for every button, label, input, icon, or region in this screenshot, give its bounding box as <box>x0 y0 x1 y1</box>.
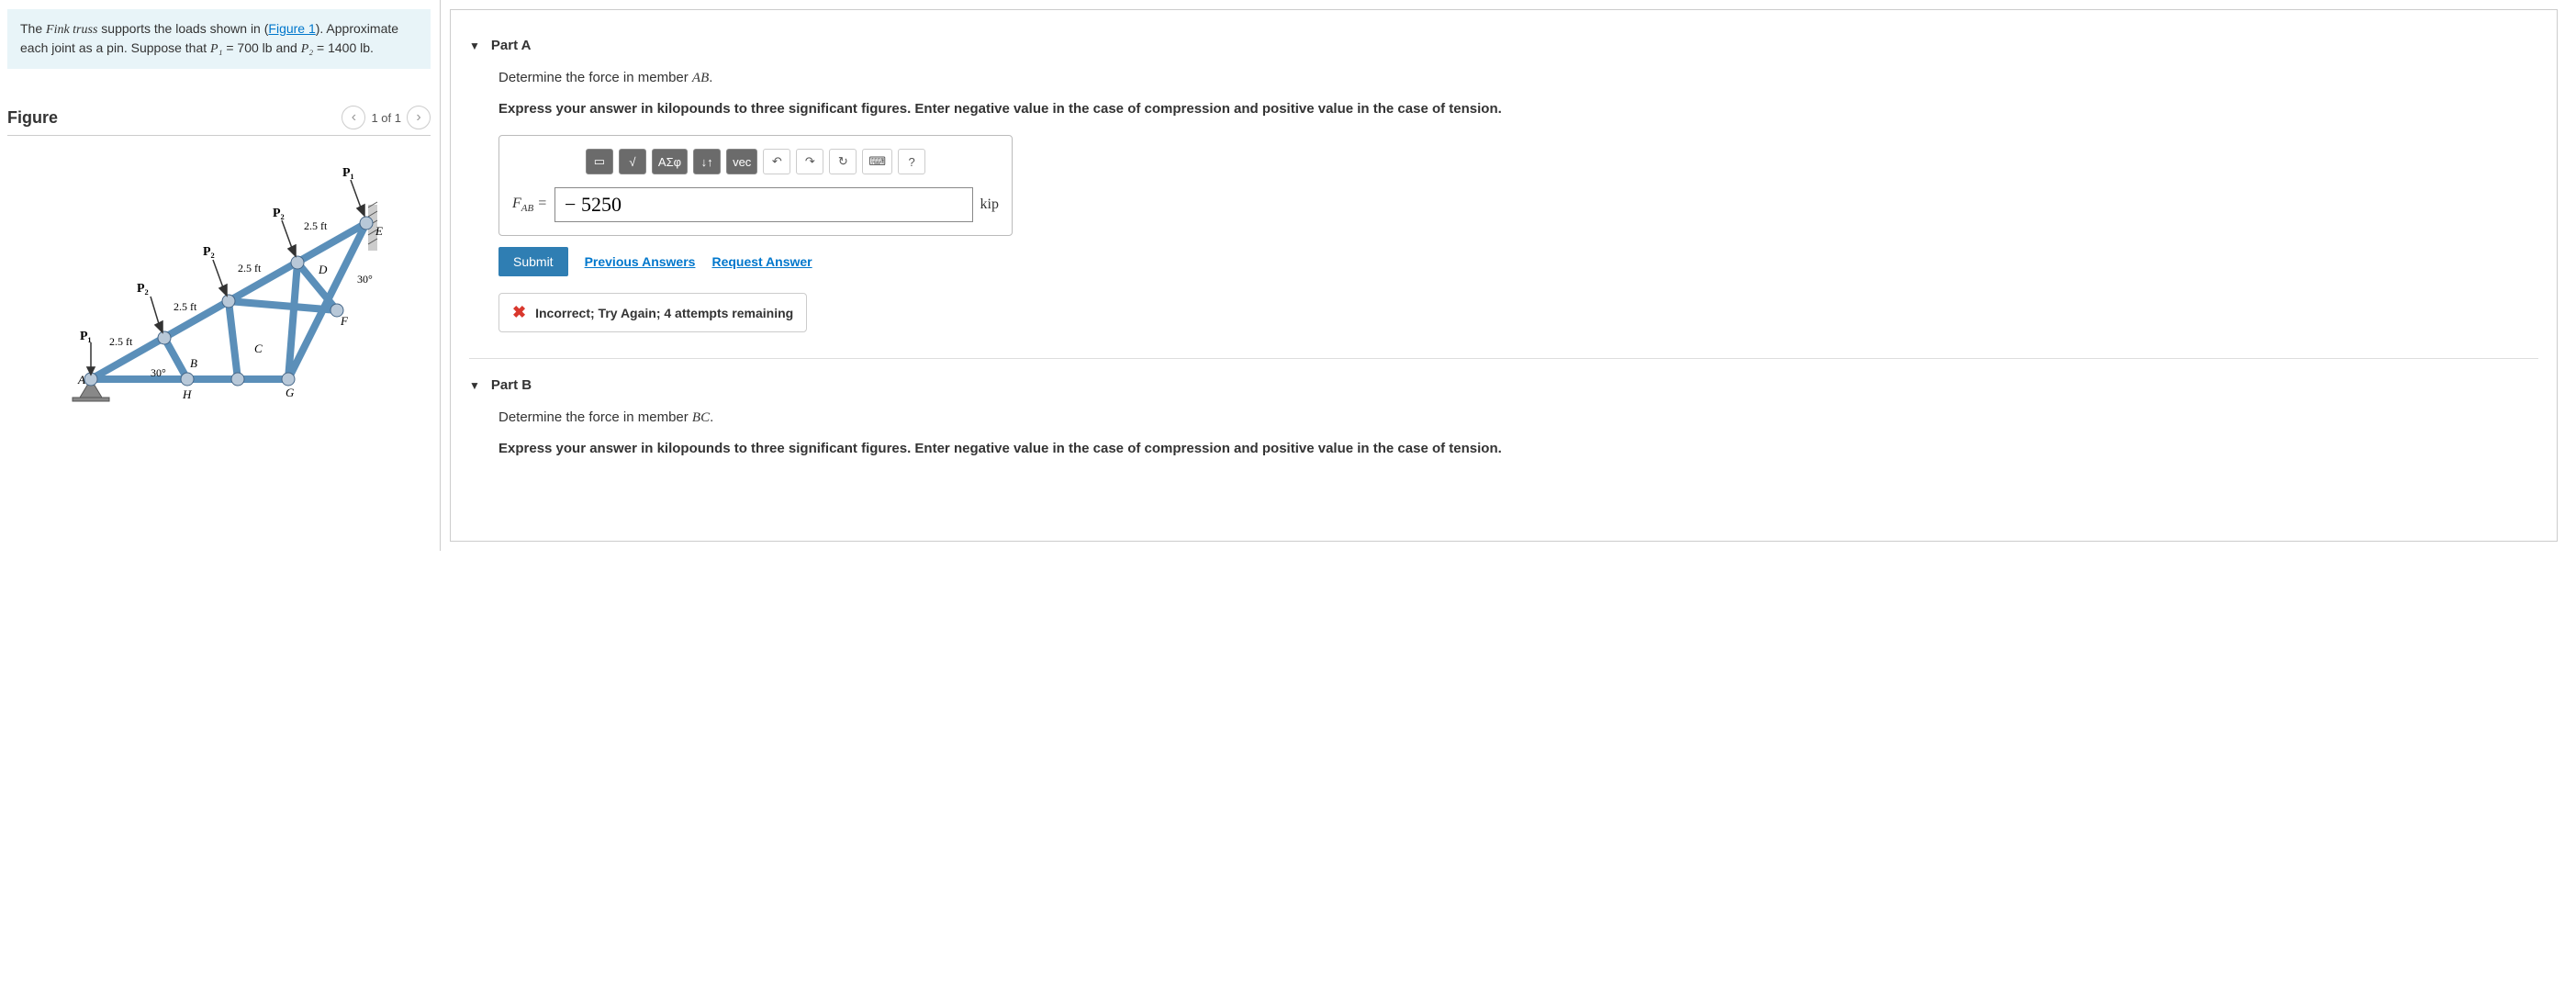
feedback-text: Incorrect; Try Again; 4 attempts remaini… <box>535 306 793 320</box>
figure-counter: 1 of 1 <box>371 111 401 125</box>
text: supports the loads shown in ( <box>97 21 268 36</box>
tool-vec[interactable]: vec <box>726 149 757 174</box>
svg-text:P₁: P₁ <box>80 330 92 343</box>
svg-text:E: E <box>375 224 383 238</box>
part-b-header[interactable]: ▼ Part B <box>469 377 2538 393</box>
part-b-instruction: Express your answer in kilopounds to thr… <box>498 439 2538 458</box>
keyboard-icon: ⌨ <box>868 154 886 169</box>
figure-prev-button[interactable]: ‹ <box>342 106 365 129</box>
feedback-box: ✖ Incorrect; Try Again; 4 attempts remai… <box>498 293 807 332</box>
sqrt-icon: √ <box>629 155 635 169</box>
svg-text:G: G <box>286 386 295 399</box>
figure-next-button[interactable]: › <box>407 106 431 129</box>
action-row: Submit Previous Answers Request Answer <box>498 247 2538 276</box>
svg-text:A: A <box>77 373 85 387</box>
var-f: F <box>512 196 521 211</box>
tool-subscript[interactable]: ↓↑ <box>693 149 721 174</box>
svg-text:2.5 ft: 2.5 ft <box>109 335 133 348</box>
svg-text:P₂: P₂ <box>273 207 285 220</box>
member-ab: AB <box>692 71 709 85</box>
figure-link[interactable]: Figure 1 <box>268 21 315 36</box>
request-answer-link[interactable]: Request Answer <box>711 254 812 269</box>
svg-text:D: D <box>318 263 328 276</box>
undo-icon: ↶ <box>772 154 782 169</box>
equation-toolbar: ▭ √ ΑΣφ ↓↑ vec ↶ ↷ ↻ ⌨ ? <box>512 149 999 174</box>
member-bc: BC <box>692 410 710 425</box>
svg-text:B: B <box>190 356 197 370</box>
chevron-left-icon: ‹ <box>352 109 356 126</box>
incorrect-icon: ✖ <box>512 303 526 322</box>
tool-undo[interactable]: ↶ <box>763 149 790 174</box>
previous-answers-link[interactable]: Previous Answers <box>585 254 696 269</box>
submit-button[interactable]: Submit <box>498 247 568 276</box>
arrows-icon: ↓↑ <box>701 155 713 169</box>
tool-keyboard[interactable]: ⌨ <box>862 149 892 174</box>
part-a-question: Determine the force in member AB. <box>498 70 2538 86</box>
text: = 700 lb and <box>222 40 300 55</box>
svg-text:H: H <box>182 387 192 401</box>
svg-text:P₂: P₂ <box>203 245 215 259</box>
figure-truss: P₁ P₂ P₂ P₂ P₁ 2.5 ft 2.5 ft 2.5 ft 2.5 … <box>7 154 431 420</box>
var-p2: P₂ <box>301 42 313 56</box>
answer-unit: kip <box>980 196 999 213</box>
tool-sqrt[interactable]: √ <box>619 149 646 174</box>
part-b-title: Part B <box>491 377 532 393</box>
right-panel: ▼ Part A Determine the force in member A… <box>450 9 2558 542</box>
chevron-right-icon: › <box>416 109 420 126</box>
help-icon: ? <box>908 155 914 169</box>
text: The <box>20 21 46 36</box>
left-panel: The Fink truss supports the loads shown … <box>0 0 441 551</box>
var-sub: AB <box>521 203 533 214</box>
svg-text:30°: 30° <box>357 273 373 286</box>
part-a-instruction: Express your answer in kilopounds to thr… <box>498 99 2538 118</box>
app-container: The Fink truss supports the loads shown … <box>0 0 2576 551</box>
template-icon: ▭ <box>594 154 605 169</box>
svg-text:2.5 ft: 2.5 ft <box>174 300 197 313</box>
vec-icon: vec <box>733 155 751 169</box>
svg-text:F: F <box>340 314 349 328</box>
var-p1: P₁ <box>210 42 222 56</box>
figure-header: Figure ‹ 1 of 1 › <box>7 106 431 136</box>
problem-statement: The Fink truss supports the loads shown … <box>7 9 431 69</box>
text: Determine the force in member <box>498 409 692 425</box>
figure-title: Figure <box>7 108 58 128</box>
svg-text:C: C <box>254 342 263 355</box>
part-b-question: Determine the force in member BC. <box>498 409 2538 426</box>
part-a-header[interactable]: ▼ Part A <box>469 38 2538 53</box>
answer-input[interactable] <box>554 187 973 222</box>
text: . <box>710 409 713 425</box>
answer-box: ▭ √ ΑΣφ ↓↑ vec ↶ ↷ ↻ ⌨ ? FAB = kip <box>498 135 1013 236</box>
caret-down-icon: ▼ <box>469 379 480 392</box>
part-a-body: Determine the force in member AB. Expres… <box>469 70 2538 332</box>
tool-greek[interactable]: ΑΣφ <box>652 149 688 174</box>
separator <box>469 358 2538 359</box>
eq: = <box>533 196 547 211</box>
tool-help[interactable]: ? <box>898 149 925 174</box>
fink-text: Fink truss <box>46 23 97 37</box>
figure-nav: ‹ 1 of 1 › <box>342 106 431 129</box>
greek-icon: ΑΣφ <box>658 155 681 169</box>
redo-icon: ↷ <box>805 154 815 169</box>
svg-text:2.5 ft: 2.5 ft <box>238 262 262 275</box>
part-b-body: Determine the force in member BC. Expres… <box>469 409 2538 458</box>
reset-icon: ↻ <box>838 154 848 169</box>
answer-line: FAB = kip <box>512 187 999 222</box>
caret-down-icon: ▼ <box>469 39 480 52</box>
svg-text:2.5 ft: 2.5 ft <box>304 219 328 232</box>
text: . <box>709 70 712 85</box>
tool-template[interactable]: ▭ <box>586 149 613 174</box>
tool-reset[interactable]: ↻ <box>829 149 857 174</box>
svg-text:P₂: P₂ <box>137 282 149 296</box>
text: = 1400 lb. <box>313 40 374 55</box>
truss-svg: P₁ P₂ P₂ P₂ P₁ 2.5 ft 2.5 ft 2.5 ft 2.5 … <box>45 163 394 420</box>
text: Determine the force in member <box>498 70 692 85</box>
part-a-title: Part A <box>491 38 532 53</box>
svg-text:30°: 30° <box>151 366 166 379</box>
answer-variable: FAB = <box>512 196 547 214</box>
tool-redo[interactable]: ↷ <box>796 149 823 174</box>
svg-text:P₁: P₁ <box>342 166 354 180</box>
